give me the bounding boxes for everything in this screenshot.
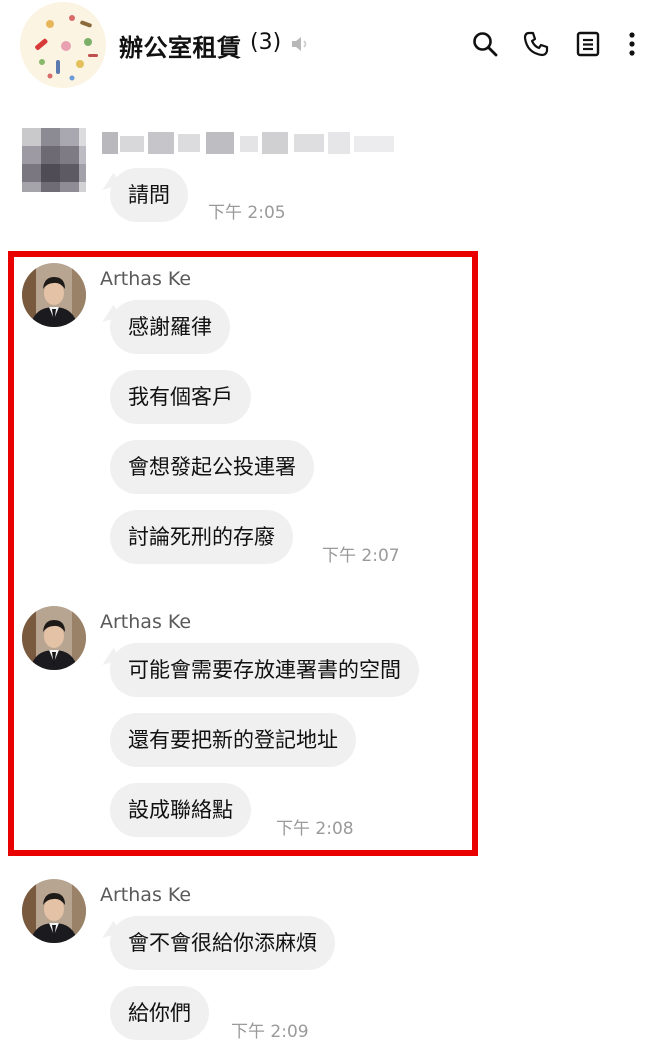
message-bubble[interactable]: 會不會很給你添麻煩: [110, 916, 335, 970]
message-time: 下午 2:05: [208, 203, 286, 223]
profile-photo: [22, 263, 86, 327]
message-bubble[interactable]: 我有個客戶: [110, 370, 251, 424]
search-icon[interactable]: [471, 30, 499, 58]
sender-name: Arthas Ke: [100, 268, 192, 290]
blurred-avatar: [22, 128, 86, 192]
more-vertical-icon[interactable]: [618, 30, 646, 58]
message-time: 下午 2:09: [231, 1022, 309, 1042]
member-count: (3): [250, 30, 282, 55]
avatar[interactable]: [22, 606, 86, 670]
chat-header: 辦公室租賃 (3): [0, 0, 660, 90]
blurred-sender-name: [102, 130, 398, 156]
profile-photo: [22, 879, 86, 943]
sender-name: Arthas Ke: [100, 884, 192, 906]
speaker-muted-icon: [292, 37, 307, 51]
message-bubble[interactable]: 可能會需要存放連署書的空間: [110, 643, 419, 697]
chat-screen: 辦公室租賃 (3) 請問 下午 2:05 Arthas Ke 感謝羅律 我有個客…: [0, 0, 660, 1059]
group-avatar[interactable]: [20, 2, 106, 88]
message-time: 下午 2:08: [276, 819, 354, 839]
message-time: 下午 2:07: [322, 546, 400, 566]
message-bubble[interactable]: 給你們: [110, 986, 209, 1040]
avatar[interactable]: [22, 263, 86, 327]
chat-title: 辦公室租賃: [119, 34, 242, 62]
phone-icon[interactable]: [522, 30, 550, 58]
sender-name: Arthas Ke: [100, 611, 192, 633]
message-bubble[interactable]: 設成聯絡點: [110, 783, 251, 837]
avatar[interactable]: [22, 879, 86, 943]
group-avatar-image: [20, 2, 106, 88]
message-bubble[interactable]: 還有要把新的登記地址: [110, 713, 356, 767]
message-bubble[interactable]: 感謝羅律: [110, 300, 230, 354]
message-bubble[interactable]: 請問: [110, 168, 188, 222]
notes-icon[interactable]: [574, 30, 602, 58]
profile-photo: [22, 606, 86, 670]
message-bubble[interactable]: 討論死刑的存廢: [110, 510, 293, 564]
message-bubble[interactable]: 會想發起公投連署: [110, 440, 314, 494]
